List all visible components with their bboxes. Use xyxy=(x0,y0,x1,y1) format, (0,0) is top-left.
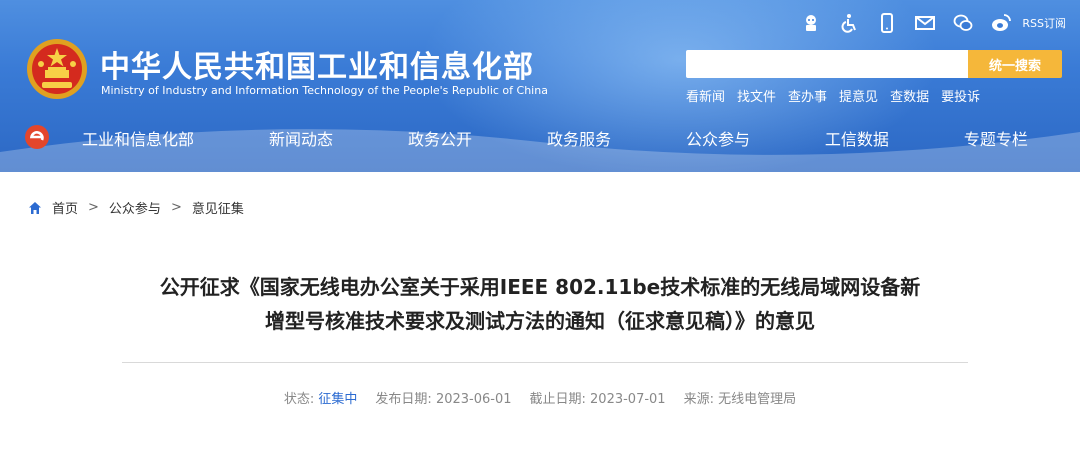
nav-item-gov-services[interactable]: 政务服务 xyxy=(531,126,627,150)
title-divider xyxy=(122,362,968,363)
source-value: 无线电管理局 xyxy=(718,392,797,407)
article-title: 公开征求《国家无线电办公室关于采用IEEE 802.11be技术标准的无线局域网… xyxy=(110,270,970,338)
quick-link-feedback[interactable]: 提意见 xyxy=(839,86,878,105)
deadline-value: 2023-07-01 xyxy=(590,392,666,407)
nav-item-news[interactable]: 新闻动态 xyxy=(253,126,349,150)
search-input[interactable] xyxy=(686,50,968,78)
article-meta: 状态: 征集中 发布日期: 2023-06-01 截止日期: 2023-07-0… xyxy=(0,388,1080,407)
deadline-label: 截止日期: xyxy=(529,392,586,407)
article-title-line-2: 增型号核准技术要求及测试方法的通知（征求意见稿）》的意见 xyxy=(265,309,815,333)
status-badge: 征集中 xyxy=(318,392,358,407)
publish-date-value: 2023-06-01 xyxy=(435,392,512,407)
nav-items: 工业和信息化部 新闻动态 政务公开 政务服务 公众参与 工信数据 专题专栏 xyxy=(66,112,1080,164)
nav-item-gov-affairs[interactable]: 政务公开 xyxy=(392,126,488,150)
quick-links: 看新闻 找文件 查办事 提意见 查数据 要投诉 xyxy=(686,86,992,105)
quick-link-data[interactable]: 查数据 xyxy=(890,86,929,105)
accessibility-icon[interactable] xyxy=(836,10,862,36)
quick-link-files[interactable]: 找文件 xyxy=(737,86,776,105)
breadcrumb-home[interactable]: 首页 xyxy=(52,198,78,217)
site-header: 中华人民共和国工业和信息化部 Ministry of Industry and … xyxy=(0,0,1080,172)
site-subtitle-en: Ministry of Industry and Information Tec… xyxy=(101,84,548,97)
robot-icon[interactable] xyxy=(798,10,824,36)
breadcrumb-separator: > xyxy=(170,200,182,215)
rss-link[interactable]: RSS订阅 xyxy=(1022,15,1066,31)
main-nav: 工业和信息化部 新闻动态 政务公开 政务服务 公众参与 工信数据 专题专栏 xyxy=(0,112,1080,164)
breadcrumb-separator: > xyxy=(88,200,99,215)
meta-deadline: 截止日期: 2023-07-01 xyxy=(530,388,666,407)
nav-item-ministry[interactable]: 工业和信息化部 xyxy=(66,126,210,150)
nav-item-public-participation[interactable]: 公众参与 xyxy=(670,126,766,150)
publish-date-label: 发布日期: xyxy=(375,392,432,407)
breadcrumb-public-participation[interactable]: 公众参与 xyxy=(109,198,161,217)
national-emblem-icon xyxy=(27,39,87,99)
utility-icon-bar: RSS订阅 xyxy=(786,10,1066,36)
breadcrumb: 首页 > 公众参与 > 意见征集 xyxy=(28,198,244,217)
source-label: 来源: xyxy=(683,392,714,407)
status-label: 状态: xyxy=(283,392,315,407)
mobile-icon[interactable] xyxy=(874,10,900,36)
nav-item-data[interactable]: 工信数据 xyxy=(809,126,905,150)
quick-link-services[interactable]: 查办事 xyxy=(788,86,827,105)
breadcrumb-opinion-collection[interactable]: 意见征集 xyxy=(192,198,244,217)
quick-link-complaint[interactable]: 要投诉 xyxy=(941,86,980,105)
unified-search-button[interactable]: 统一搜索 xyxy=(968,50,1062,78)
quick-link-news[interactable]: 看新闻 xyxy=(686,86,725,105)
meta-publish-date: 发布日期: 2023-06-01 xyxy=(375,388,511,407)
article-title-line-1: 公开征求《国家无线电办公室关于采用IEEE 802.11be技术标准的无线局域网… xyxy=(159,275,921,299)
e-logo-icon[interactable] xyxy=(24,124,50,150)
meta-status: 状态: 征集中 xyxy=(284,388,358,407)
wechat-icon[interactable] xyxy=(950,10,976,36)
home-icon xyxy=(29,201,41,214)
meta-source: 来源: 无线电管理局 xyxy=(684,388,797,407)
mail-icon[interactable] xyxy=(912,10,938,36)
site-title: 中华人民共和国工业和信息化部 xyxy=(100,50,534,85)
weibo-icon[interactable] xyxy=(988,10,1014,36)
nav-item-topics[interactable]: 专题专栏 xyxy=(948,126,1044,150)
